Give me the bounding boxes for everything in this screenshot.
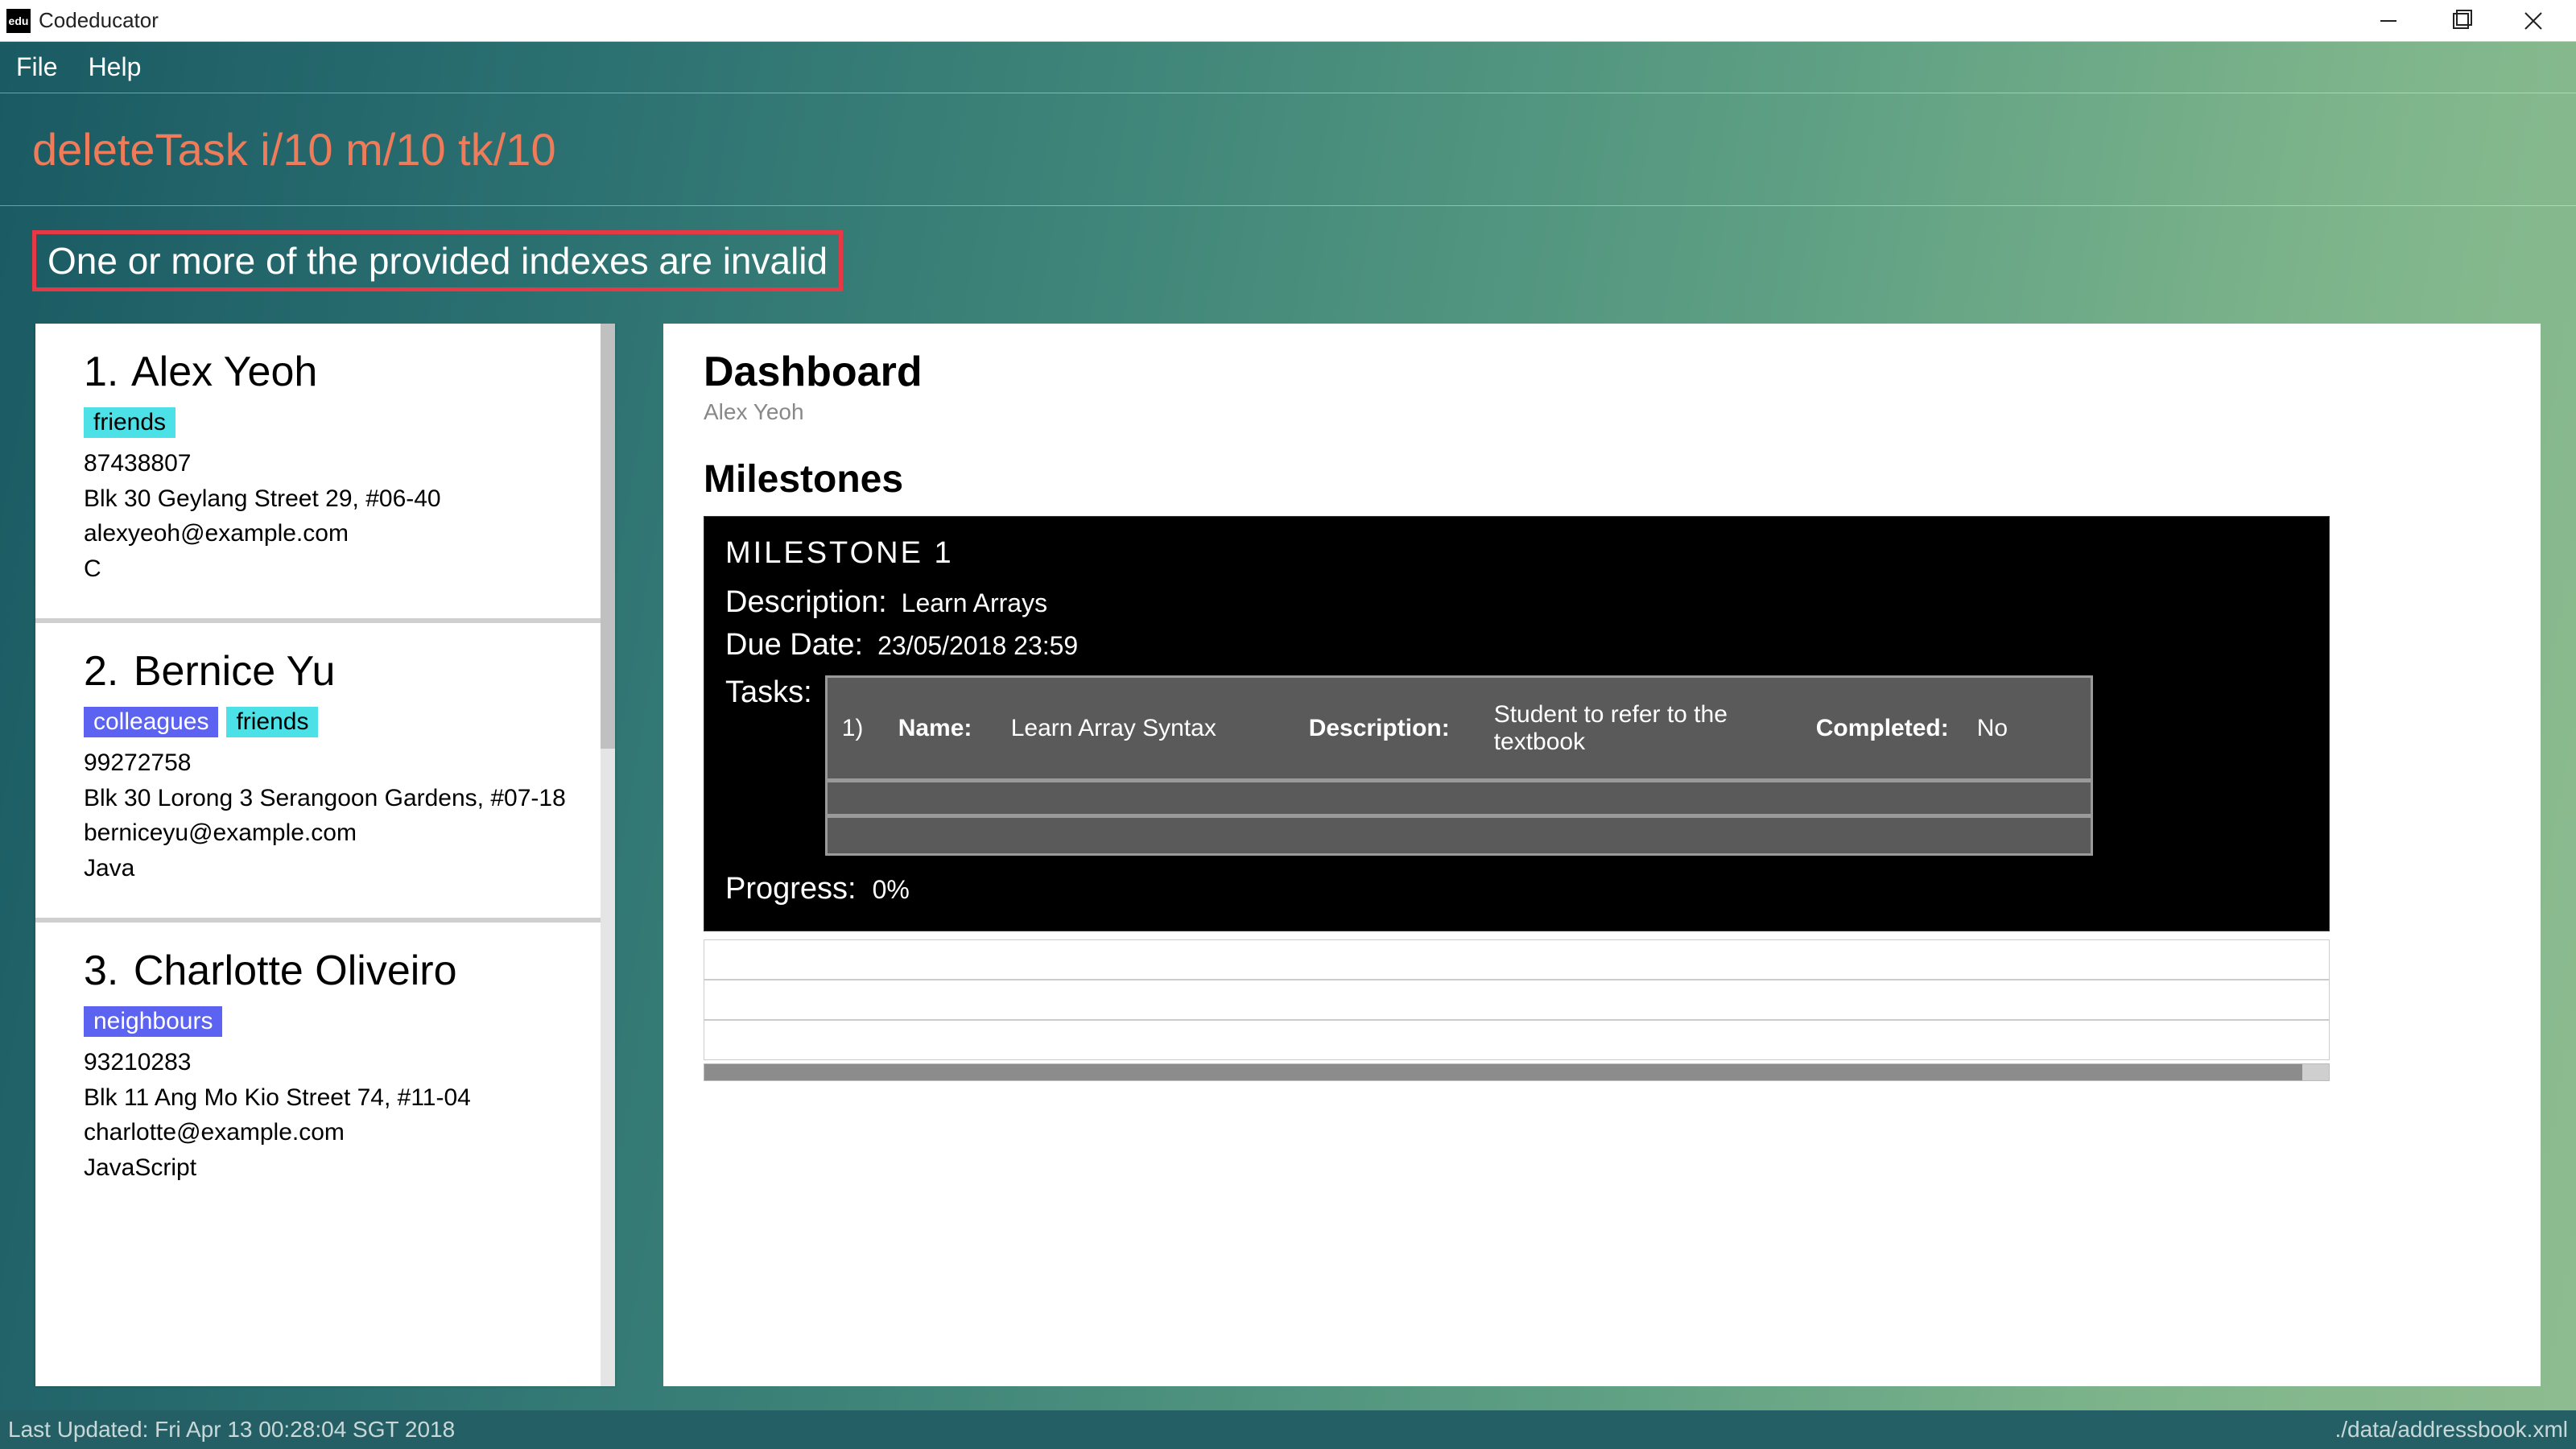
- window-title: Codeducator: [39, 8, 159, 33]
- dashboard-title: Dashboard: [704, 348, 2500, 396]
- person-name-text: Alex Yeoh: [131, 349, 317, 395]
- task-desc-value: Student to refer to the textbook: [1494, 701, 1816, 756]
- tasks-label: Tasks:: [725, 675, 812, 710]
- person-email: charlotte@example.com: [84, 1115, 575, 1150]
- milestone-description-label: Description:: [725, 585, 887, 620]
- person-name-text: Charlotte Oliveiro: [134, 947, 457, 994]
- main-area: File Help One or more of the provided in…: [0, 42, 2576, 1449]
- status-left: Last Updated: Fri Apr 13 00:28:04 SGT 20…: [8, 1417, 455, 1443]
- command-input[interactable]: [32, 123, 2544, 175]
- app-icon: edu: [6, 9, 31, 33]
- milestone-description-row: Description: Learn Arrays: [725, 585, 2308, 620]
- milestone-description-value: Learn Arrays: [902, 588, 1047, 618]
- person-name: 3. Charlotte Oliveiro: [84, 947, 575, 995]
- milestone-due-value: 23/05/2018 23:59: [877, 631, 1078, 661]
- tag-row: neighbours: [84, 1006, 575, 1037]
- person-language: JavaScript: [84, 1150, 575, 1186]
- menu-help[interactable]: Help: [89, 52, 142, 82]
- person-phone: 87438807: [84, 446, 575, 481]
- task-index: 1): [842, 715, 898, 742]
- tag-row: friends: [84, 407, 575, 438]
- people-scrollbar-thumb[interactable]: [601, 324, 615, 749]
- tag-colleagues: colleagues: [84, 707, 218, 737]
- person-phone: 93210283: [84, 1045, 575, 1080]
- task-name-label: Name:: [898, 715, 1011, 742]
- person-language: Java: [84, 851, 575, 886]
- task-name-value: Learn Array Syntax: [1011, 715, 1309, 742]
- task-completed-label: Completed:: [1816, 715, 1977, 742]
- status-right: ./data/addressbook.xml: [2335, 1417, 2569, 1443]
- person-name-text: Bernice Yu: [134, 648, 336, 695]
- tag-row: colleagues friends: [84, 707, 575, 737]
- task-completed-value: No: [1977, 715, 2074, 742]
- person-card-2[interactable]: 2. Bernice Yu colleagues friends 9927275…: [35, 623, 615, 923]
- task-desc-label: Description:: [1309, 715, 1494, 742]
- extra-row: [704, 980, 2330, 1020]
- tag-friends: friends: [226, 707, 318, 737]
- person-email: alexyeoh@example.com: [84, 516, 575, 551]
- command-row: [0, 93, 2576, 206]
- maximize-button[interactable]: [2425, 0, 2497, 41]
- progress-value: 0%: [873, 875, 910, 905]
- person-name: 1. Alex Yeoh: [84, 348, 575, 396]
- close-button[interactable]: [2497, 0, 2570, 41]
- person-index: 3.: [84, 947, 118, 994]
- extra-row: [704, 1020, 2330, 1060]
- person-email: berniceyu@example.com: [84, 815, 575, 851]
- milestone-title: MILESTONE 1: [720, 536, 2313, 571]
- milestones-heading: Milestones: [704, 457, 2500, 502]
- dashboard-horizontal-scrollbar-thumb[interactable]: [704, 1064, 2302, 1080]
- title-bar: edu Codeducator: [0, 0, 2576, 42]
- person-address: Blk 30 Geylang Street 29, #06-40: [84, 481, 575, 517]
- error-row: One or more of the provided indexes are …: [0, 206, 2576, 324]
- extra-rows: [704, 939, 2330, 1060]
- error-message: One or more of the provided indexes are …: [32, 230, 843, 291]
- tag-neighbours: neighbours: [84, 1006, 222, 1037]
- person-address: Blk 11 Ang Mo Kio Street 74, #11-04: [84, 1080, 575, 1116]
- person-card-3[interactable]: 3. Charlotte Oliveiro neighbours 9321028…: [35, 923, 615, 1193]
- content-row: 1. Alex Yeoh friends 87438807 Blk 30 Gey…: [0, 324, 2576, 1410]
- menu-file[interactable]: File: [16, 52, 58, 82]
- person-card-1[interactable]: 1. Alex Yeoh friends 87438807 Blk 30 Gey…: [35, 324, 615, 623]
- person-index: 2.: [84, 648, 118, 695]
- person-address: Blk 30 Lorong 3 Serangoon Gardens, #07-1…: [84, 781, 575, 816]
- progress-row: Progress: 0%: [725, 872, 2308, 906]
- minimize-button[interactable]: [2352, 0, 2425, 41]
- progress-label: Progress:: [725, 872, 857, 906]
- milestone-box: MILESTONE 1 Description: Learn Arrays Du…: [704, 516, 2330, 931]
- dashboard-pane: Dashboard Alex Yeoh Milestones MILESTONE…: [663, 324, 2541, 1386]
- dashboard-subtitle: Alex Yeoh: [704, 399, 2500, 425]
- status-bar: Last Updated: Fri Apr 13 00:28:04 SGT 20…: [0, 1410, 2576, 1449]
- milestone-due-row: Due Date: 23/05/2018 23:59: [725, 628, 2308, 663]
- task-empty-row: [828, 782, 2091, 818]
- task-row[interactable]: 1) Name: Learn Array Syntax Description:…: [828, 678, 2091, 782]
- milestone-due-label: Due Date:: [725, 628, 863, 663]
- person-phone: 99272758: [84, 745, 575, 781]
- tag-friends: friends: [84, 407, 175, 438]
- dashboard-horizontal-scrollbar[interactable]: [704, 1063, 2330, 1081]
- tasks-table: 1) Name: Learn Array Syntax Description:…: [825, 675, 2093, 856]
- person-language: C: [84, 551, 575, 587]
- task-empty-row: [828, 818, 2091, 853]
- menu-bar: File Help: [0, 42, 2576, 93]
- people-list[interactable]: 1. Alex Yeoh friends 87438807 Blk 30 Gey…: [35, 324, 615, 1386]
- extra-row: [704, 939, 2330, 980]
- person-name: 2. Bernice Yu: [84, 647, 575, 696]
- tasks-wrap: Tasks: 1) Name: Learn Array Syntax Descr…: [725, 675, 2313, 856]
- person-index: 1.: [84, 349, 118, 395]
